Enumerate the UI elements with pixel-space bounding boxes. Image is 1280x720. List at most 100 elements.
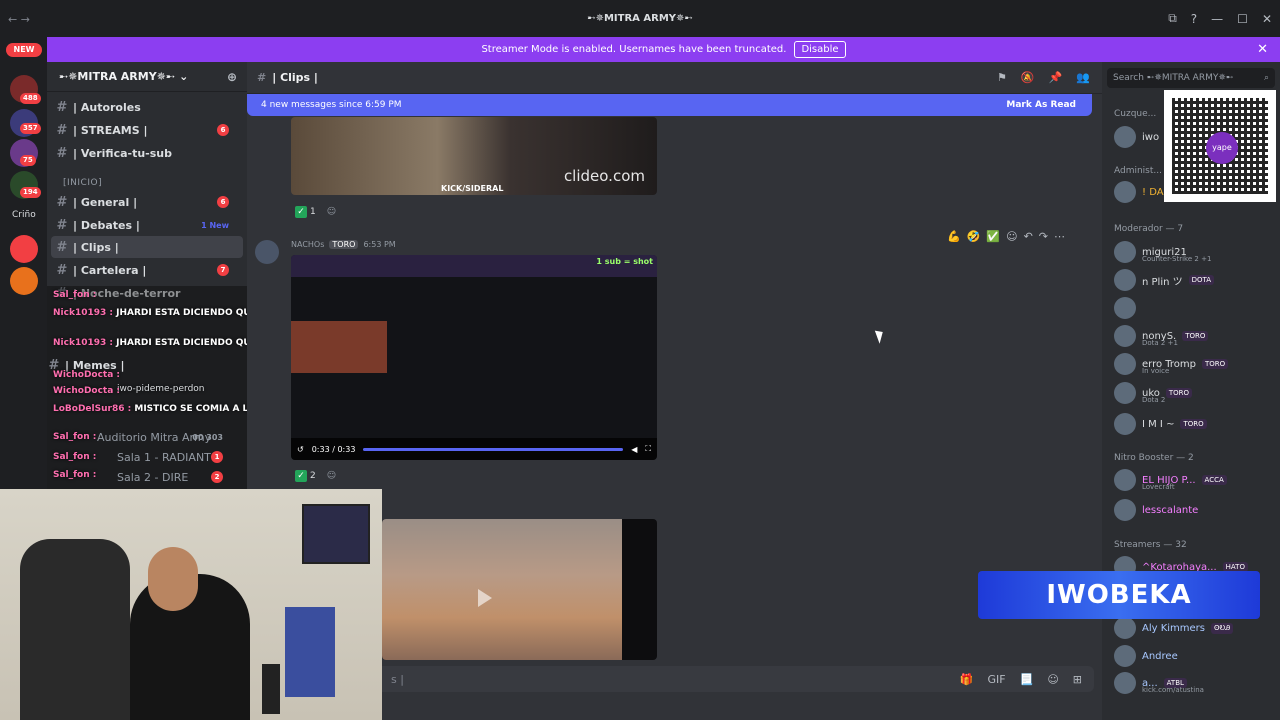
member-item[interactable]: EL HIJO P... ACCA Lovecraft (1114, 468, 1227, 492)
member-item[interactable]: I M I ~ TORO (1114, 412, 1207, 436)
avatar (1114, 353, 1136, 375)
gif-icon[interactable]: GIF (988, 673, 1006, 686)
mute-icon[interactable]: 🔕 (1021, 71, 1035, 84)
yape-logo: yape (1206, 132, 1238, 164)
reply-icon[interactable]: ↶ (1024, 230, 1033, 243)
clideo-watermark: clideo.com (563, 167, 645, 185)
chevron-down-icon[interactable]: ⌄ (179, 70, 188, 83)
member-item[interactable]: a... ATBL kick.com/atustina (1114, 671, 1204, 695)
more-icon[interactable]: ⋯ (1054, 230, 1065, 243)
member-list-icon[interactable]: 👥 (1076, 71, 1090, 84)
message-meta: NACHOs TORO 6:53 PM (291, 240, 396, 249)
inbox-icon[interactable]: ⧉ (1168, 11, 1177, 26)
reaction[interactable]: ✓ 2 ☺ (295, 467, 336, 485)
channel-item[interactable]: # | Debates | 1 New (51, 214, 243, 236)
member-item[interactable]: ! DA (1114, 180, 1164, 204)
streamer-webcam (0, 489, 382, 720)
server-icon[interactable] (10, 235, 38, 263)
fullscreen-icon[interactable]: ⛶ (645, 444, 651, 454)
chat-line: Sal_fon : (53, 452, 97, 462)
member-item[interactable]: erro Tromp TORO In voice (1114, 352, 1229, 376)
header-toolbar: ⚑ 🔕 📌 👥 (997, 71, 1090, 84)
minimize-icon[interactable]: — (1211, 12, 1223, 26)
member-item[interactable]: nonyS. TORO Dota 2 +1 (1114, 324, 1209, 348)
chat-line: WichoDocta : (53, 370, 121, 380)
hash-icon: # (56, 99, 68, 115)
wall-poster (285, 607, 335, 697)
author-name[interactable]: NACHOs (291, 240, 324, 249)
category-inicio[interactable]: [INICIO] (63, 178, 102, 188)
avatar (1114, 269, 1136, 291)
channel-name: | Debates | (73, 218, 140, 232)
voice-channel[interactable]: Sala 2 - DIRE 2 (117, 466, 237, 488)
member-item[interactable]: miguri21 Counter-Strike 2 +1 (1114, 240, 1211, 264)
channel-item[interactable]: # | General | 6 (51, 191, 243, 213)
add-reaction-icon[interactable]: ☺ (1006, 230, 1017, 243)
close-banner-icon[interactable]: ✕ (1257, 42, 1268, 57)
gift-icon[interactable]: 🎁 (960, 673, 974, 686)
disable-button[interactable]: Disable (794, 41, 846, 58)
apps-icon[interactable]: ⊞ (1073, 673, 1082, 686)
search-input[interactable]: Search ➸✵MITRA ARMY✵➸ ⌕ (1107, 68, 1275, 88)
unread-badge: 7 (217, 264, 229, 276)
check-emoji-icon[interactable]: ✅ (986, 230, 1000, 243)
replay-icon[interactable]: ↺ (297, 445, 304, 454)
threads-icon[interactable]: ⚑ (997, 71, 1007, 84)
play-icon[interactable] (478, 589, 492, 607)
member-group-header: Administ... (1114, 166, 1162, 176)
avatar (1114, 645, 1136, 667)
close-window-icon[interactable]: ✕ (1262, 12, 1272, 26)
member-item[interactable]: Andree (1114, 644, 1178, 668)
video-progress[interactable] (363, 447, 624, 451)
emoji-icon[interactable]: ☺ (1047, 673, 1058, 686)
new-badge[interactable]: NEW (6, 43, 42, 57)
add-reaction-icon[interactable]: ☺ (327, 471, 336, 481)
mark-as-read-button[interactable]: Mark As Read (1006, 100, 1076, 110)
voice-channel[interactable]: Auditorio Mitra Army 00 303 (97, 426, 237, 448)
channel-name[interactable]: iwo-pideme-perdon (117, 384, 205, 394)
maximize-icon[interactable]: ☐ (1237, 12, 1248, 26)
channel-item[interactable]: # | Verifica-tu-sub (51, 142, 243, 164)
new-messages-bar[interactable]: 4 new messages since 6:59 PM Mark As Rea… (247, 94, 1092, 116)
member-item[interactable]: n Plin ツ DOTA (1114, 268, 1215, 292)
member-item[interactable] (1114, 296, 1136, 320)
clip-thumbnail[interactable]: KICK/SIDERAL clideo.com (291, 117, 657, 195)
hash-icon: # (56, 194, 68, 210)
member-item[interactable]: lesscalante (1114, 498, 1198, 522)
channel-item[interactable]: # | STREAMS | 6 (51, 119, 243, 141)
server-header[interactable]: ➸✵MITRA ARMY✵➸ ⌄ ⊕ (47, 62, 247, 92)
member-item[interactable]: uko TORO Dota 2 (1114, 381, 1193, 405)
video-player[interactable]: 1 sub = shot ↺ 0:33 / 0:33 ◀ ⛶ (291, 255, 657, 460)
channel-item[interactable]: # | Autoroles (51, 96, 243, 118)
microphone (262, 664, 280, 714)
hash-icon: # (257, 71, 267, 84)
help-icon[interactable]: ? (1191, 12, 1197, 26)
channel-item-selected[interactable]: # | Clips | (51, 236, 243, 258)
kick-watermark: KICK/SIDERAL (441, 184, 504, 193)
avatar[interactable] (255, 240, 279, 264)
member-item[interactable]: iwo (1114, 125, 1159, 149)
laugh-emoji-icon[interactable]: 🤣 (967, 230, 981, 243)
gaming-chair (20, 539, 130, 720)
search-icon[interactable]: ⌕ (1264, 73, 1269, 83)
channel-item[interactable]: # | Cartelera | 7 (51, 259, 243, 281)
hash-icon: # (56, 217, 68, 233)
streamer-head (148, 547, 198, 611)
pin-icon[interactable]: 📌 (1049, 71, 1063, 84)
volume-icon[interactable]: ◀ (631, 445, 637, 454)
message-composer[interactable]: s | 🎁 GIF 📃 ☺ ⊞ (259, 666, 1094, 692)
add-member-icon[interactable]: ⊕ (227, 70, 237, 84)
video-overlay-text: 1 sub = shot (596, 257, 653, 266)
flex-emoji-icon[interactable]: 💪 (947, 230, 961, 243)
video-thumbnail[interactable] (382, 519, 657, 660)
sticker-icon[interactable]: 📃 (1020, 673, 1034, 686)
reaction[interactable]: ✓ 1 ☺ (295, 203, 336, 221)
add-reaction-icon[interactable]: ☺ (327, 207, 336, 217)
forward-icon[interactable]: ↷ (1039, 230, 1048, 243)
member-group-header: Moderador — 7 (1114, 224, 1184, 234)
avatar (1114, 297, 1136, 319)
member-item[interactable]: Aly Kimmers ʘᎧᎯ (1114, 616, 1234, 640)
voice-channel[interactable]: Sala 1 - RADIANT 1 (117, 446, 237, 468)
window-controls: ⧉ ? — ☐ ✕ (1168, 0, 1272, 37)
server-icon[interactable] (10, 267, 38, 295)
